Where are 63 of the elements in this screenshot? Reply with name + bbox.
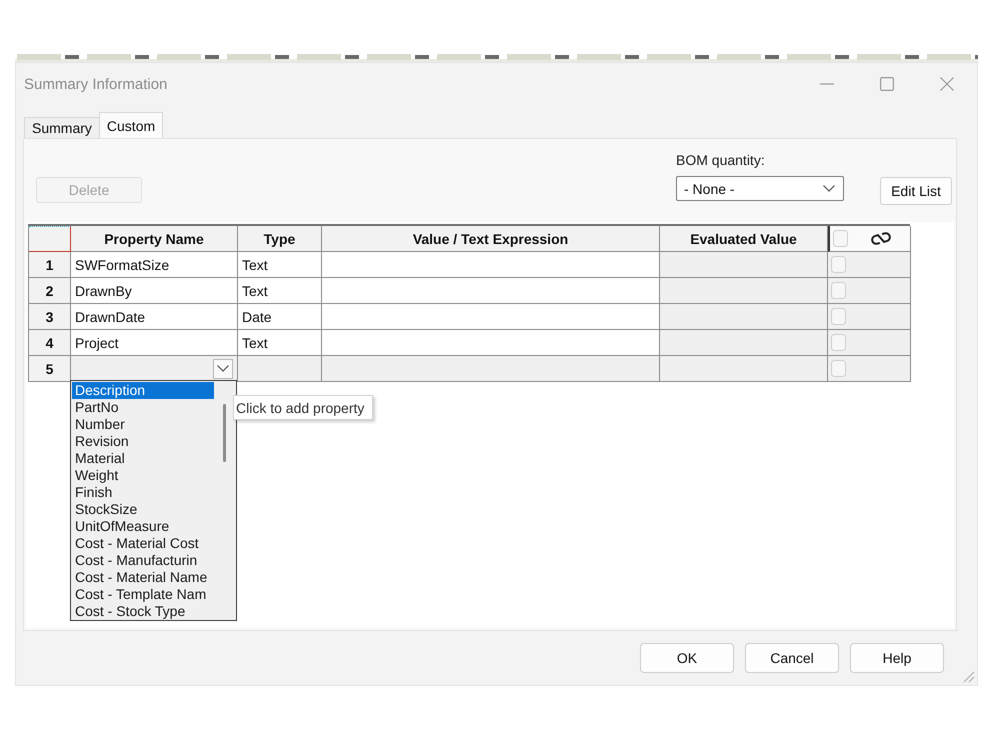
dropdown-option[interactable]: Finish [72,484,214,501]
dropdown-option[interactable]: Weight [72,467,214,484]
link-icon [870,232,892,245]
chevron-down-icon [823,185,835,192]
type-cell[interactable]: Text [238,278,322,304]
dropdown-option[interactable]: StockSize [72,501,214,518]
row-number-cell: 5 [29,356,71,382]
column-header: Value / Text Expression [322,226,660,252]
dropdown-option[interactable]: Cost - Stock Type [72,603,214,620]
dropdown-option[interactable]: Material [72,450,214,467]
checkbox[interactable] [831,334,846,351]
value-cell[interactable] [322,252,660,278]
tab[interactable]: Custom [98,112,164,138]
dropdown-option[interactable]: UnitOfMeasure [72,518,214,535]
dialog-button[interactable]: Cancel [745,643,839,673]
dropdown-option[interactable]: Number [72,416,214,433]
type-cell[interactable]: Text [238,252,322,278]
row-number-cell: 4 [29,330,71,356]
scrollbar-thumb[interactable] [223,404,226,462]
maximize-icon [880,77,894,91]
row-number-cell: 3 [29,304,71,330]
dropdown-option[interactable]: Cost - Material Cost [72,535,214,552]
edit-list-button[interactable]: Edit List [880,177,952,205]
type-cell[interactable]: Date [238,304,322,330]
row-number-cell: 1 [29,252,71,278]
bom-quantity-select[interactable]: - None - [676,176,844,201]
checkbox[interactable] [831,308,846,325]
property-name-cell[interactable]: Project [71,330,238,356]
resize-grip-icon[interactable] [963,671,975,683]
property-name-combo[interactable] [71,356,238,382]
value-cell[interactable] [322,356,660,382]
property-name-cell[interactable]: SWFormatSize [71,252,238,278]
row-number-cell: 2 [29,278,71,304]
dropdown-option[interactable]: Description [72,382,214,399]
dropdown-option[interactable]: Revision [72,433,214,450]
table-corner-cell [29,226,71,252]
window-title: Summary Information [24,76,168,92]
chevron-down-icon [217,365,229,372]
value-cell[interactable] [322,304,660,330]
property-name-cell[interactable]: DrawnDate [71,304,238,330]
type-cell[interactable]: Text [238,330,322,356]
dropdown-option[interactable]: Cost - Template Nam [72,586,214,603]
dropdown-option[interactable]: Cost - Material Name [72,569,214,586]
tab[interactable]: Summary [24,117,100,138]
checkbox[interactable] [831,360,846,377]
type-cell[interactable] [238,356,322,382]
column-header: Type [238,226,322,252]
column-header: Property Name [71,226,238,252]
value-cell[interactable] [322,330,660,356]
dialog-button[interactable]: OK [640,643,734,673]
checkbox[interactable] [831,256,846,273]
dropdown-option[interactable]: PartNo [72,399,214,416]
value-cell[interactable] [322,278,660,304]
property-name-cell[interactable]: DrawnBy [71,278,238,304]
close-icon [940,77,954,91]
checkbox[interactable] [831,282,846,299]
column-header: Evaluated Value [660,226,828,252]
dropdown-button[interactable] [213,358,233,378]
tooltip: Click to add property [233,395,374,420]
checkbox[interactable] [833,230,848,247]
dialog-button[interactable]: Help [850,643,944,673]
bom-quantity-label: BOM quantity: [676,152,766,168]
dropdown-option[interactable]: Cost - Manufacturin [72,552,214,569]
